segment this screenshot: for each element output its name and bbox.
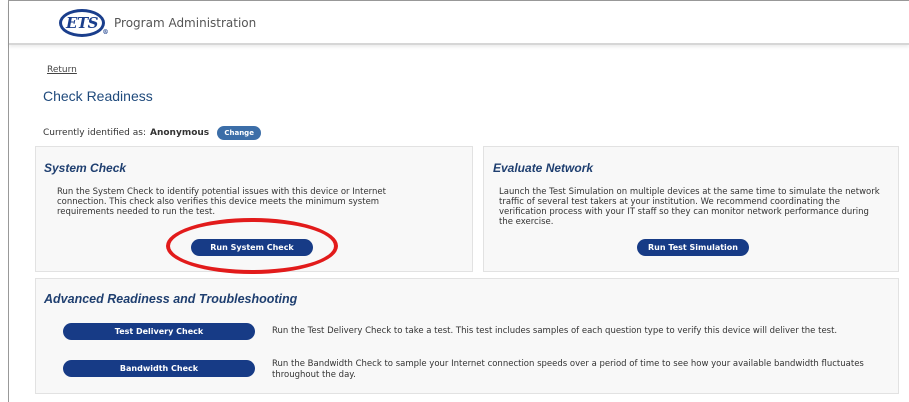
bandwidth-check-button[interactable]: Bandwidth Check — [63, 360, 255, 377]
advanced-readiness-title: Advanced Readiness and Troubleshooting — [44, 292, 298, 306]
run-test-simulation-button[interactable]: Run Test Simulation — [637, 239, 749, 256]
logo-registered-mark: ® — [102, 29, 109, 36]
return-link[interactable]: Return — [47, 65, 77, 75]
ets-logo[interactable]: ETS ® — [59, 9, 108, 37]
test-delivery-check-button[interactable]: Test Delivery Check — [63, 323, 255, 340]
red-highlight-circle — [166, 218, 338, 274]
evaluate-network-description: Launch the Test Simulation on multiple d… — [499, 187, 880, 227]
page-title: Check Readiness — [43, 88, 153, 104]
change-button[interactable]: Change — [217, 126, 262, 140]
app-header: ETS ® Program Administration — [9, 1, 909, 45]
system-check-description: Run the System Check to identify potenti… — [57, 187, 386, 217]
identity-user: Anonymous — [150, 128, 210, 138]
system-check-title: System Check — [44, 161, 127, 175]
advanced-readiness-panel: Advanced Readiness and Troubleshooting T… — [35, 278, 899, 394]
identity-row: Currently identified as: Anonymous Chang… — [43, 126, 262, 140]
test-delivery-check-description: Run the Test Delivery Check to take a te… — [272, 326, 838, 336]
browser-frame: ETS ® Program Administration Return Chec… — [8, 0, 909, 402]
identity-label: Currently identified as: — [43, 128, 146, 138]
app-title: Program Administration — [114, 16, 257, 30]
logo-text: ETS — [66, 14, 98, 32]
evaluate-network-panel: Evaluate Network Launch the Test Simulat… — [483, 146, 899, 272]
evaluate-network-title: Evaluate Network — [493, 161, 594, 175]
bandwidth-check-description: Run the Bandwidth Check to sample your I… — [272, 359, 864, 380]
